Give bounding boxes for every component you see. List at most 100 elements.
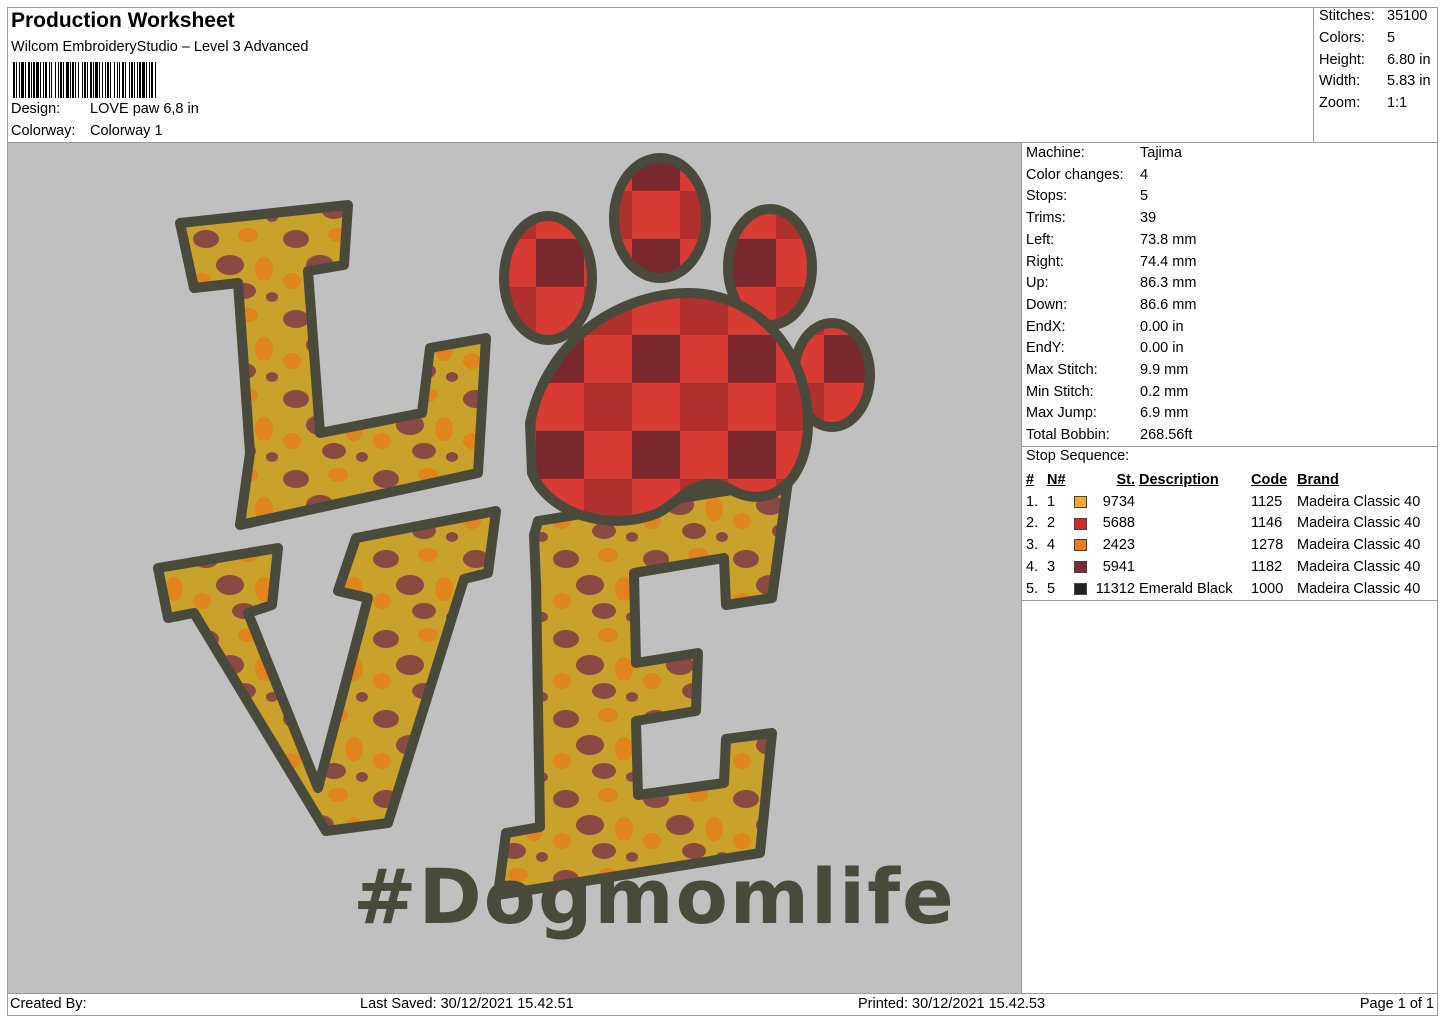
barcode-bar	[84, 62, 86, 98]
machine-info-value: 86.6 mm	[1140, 296, 1197, 313]
color-swatch	[1074, 560, 1087, 573]
letter-e	[493, 476, 793, 900]
barcode-graphic	[13, 62, 156, 98]
machine-info-value: 73.8 mm	[1140, 231, 1197, 248]
barcode-bar	[110, 62, 111, 98]
last-saved: Last Saved: 30/12/2021 15.42.51	[360, 996, 574, 1012]
barcode-bar	[55, 62, 56, 98]
barcode-bar	[40, 62, 41, 98]
barcode-bar	[99, 62, 100, 98]
stitch-count: 5941	[1102, 558, 1135, 575]
machine-info-row: Trims: 39	[1026, 208, 1156, 230]
thread-description	[1139, 492, 1251, 514]
table-row: 2. 2 5688 1146 Madeira Classic 40	[1026, 513, 1420, 535]
row-index: 3.	[1026, 537, 1039, 554]
table-header-row: # N# St. Description Code Brand	[1026, 470, 1420, 492]
machine-info-value: 86.3 mm	[1140, 275, 1197, 292]
barcode-bar	[129, 62, 130, 98]
machine-info-label: Stops:	[1026, 188, 1068, 205]
thread-description	[1139, 513, 1251, 535]
thread-description	[1139, 557, 1251, 579]
machine-info-value: 6.9 mm	[1140, 405, 1189, 422]
thread-code: 1146	[1251, 515, 1283, 532]
needle-number: 4	[1047, 537, 1056, 554]
table-row: 5. 5 11312 Emerald Black 1000 Madeira Classic…	[1026, 579, 1420, 601]
barcode-bar	[33, 62, 35, 98]
needle-number: 2	[1047, 515, 1056, 532]
zoom-value: 1:1	[1387, 95, 1408, 111]
machine-info-value: 5	[1140, 188, 1149, 205]
machine-info-value: 0.00 in	[1140, 318, 1184, 335]
barcode-bar	[137, 62, 138, 98]
width-row: Width: 5.83 in	[1319, 71, 1431, 92]
machine-info-label: EndX:	[1026, 318, 1066, 335]
colors-row: Colors: 5	[1319, 28, 1395, 49]
stop-sequence-label: Stop Sequence:	[1026, 448, 1130, 464]
stitch-count: 2423	[1102, 537, 1135, 554]
machine-info-value: 268.56ft	[1140, 427, 1193, 444]
barcode-bar	[36, 62, 39, 98]
machine-info-label: Right:	[1026, 253, 1064, 270]
height-value: 6.80 in	[1387, 52, 1431, 68]
design-label: Design:	[11, 101, 61, 117]
barcode-bar	[45, 62, 47, 98]
design-summary: Stitches: 35100 Colors: 5 Height: 6.80 in W…	[1313, 7, 1438, 143]
embroidery-design-image: #Dogmomlife	[153, 153, 954, 941]
machine-info-row: Up: 86.3 mm	[1026, 273, 1196, 295]
letter-v	[153, 506, 501, 836]
machine-info-value: 9.9 mm	[1140, 362, 1189, 378]
barcode-bar	[28, 62, 30, 98]
machine-info-label: Up:	[1026, 275, 1049, 292]
machine-info-row: EndX: 0.00 in	[1026, 317, 1184, 339]
thread-code: 1000	[1251, 580, 1284, 597]
swatch-cell	[1071, 492, 1093, 514]
barcode-bar	[149, 62, 150, 98]
zoom-label: Zoom:	[1319, 95, 1361, 111]
table-row: 3. 4 2423 1278 Madeira Classic 40	[1026, 535, 1420, 557]
barcode-bar	[142, 62, 145, 98]
needle-number: 5	[1047, 580, 1056, 597]
swatch-cell	[1071, 557, 1093, 579]
machine-info-row: Machine: Tajima	[1026, 143, 1182, 165]
barcode-bar	[87, 62, 88, 98]
height-label: Height:	[1319, 52, 1365, 68]
thread-code: 1278	[1251, 537, 1284, 554]
thread-code: 1182	[1251, 558, 1283, 575]
barcode-bar	[122, 62, 124, 98]
barcode-bar	[134, 62, 135, 98]
height-row: Height: 6.80 in	[1319, 50, 1431, 71]
machine-info-panel: Machine: Tajima Color changes: 4 Stops: 5 Trim…	[1021, 142, 1438, 994]
worksheet-header: Production Worksheet Wilcom EmbroiderySt…	[7, 7, 1314, 143]
row-index: 5.	[1026, 580, 1039, 597]
machine-info-row: Max Jump: 6.9 mm	[1026, 403, 1188, 425]
machine-info-value: 4	[1140, 166, 1149, 183]
machine-info-value: 74.4 mm	[1140, 253, 1197, 270]
barcode-bar	[31, 62, 32, 98]
barcode-bar	[19, 62, 20, 98]
barcode-bar	[70, 62, 71, 98]
machine-info-row: Stops: 5	[1026, 186, 1148, 208]
machine-info-label: Down:	[1026, 296, 1068, 313]
col-header-brand: Brand	[1297, 472, 1339, 488]
machine-info-value: 0.00 in	[1140, 340, 1184, 357]
col-header-index: #	[1026, 472, 1035, 488]
table-row: 4. 3 5941 1182 Madeira Classic 40	[1026, 557, 1420, 579]
stitches-value: 35100	[1387, 8, 1428, 24]
machine-info-value: 0.2 mm	[1140, 383, 1189, 400]
stitches-row: Stitches: 35100	[1319, 6, 1427, 27]
width-label: Width:	[1319, 73, 1361, 89]
colorway-label: Colorway:	[11, 123, 76, 139]
thread-description: Emerald Black	[1139, 580, 1233, 597]
barcode-bar	[25, 62, 26, 98]
row-index: 2.	[1026, 515, 1039, 532]
color-swatch	[1074, 495, 1087, 508]
thread-brand: Madeira Classic 40	[1297, 493, 1421, 510]
letter-l	[175, 200, 491, 530]
machine-info-label: Min Stitch:	[1026, 383, 1094, 400]
barcode-bar	[155, 62, 156, 98]
machine-info-label: Color changes:	[1026, 166, 1124, 183]
design-row: Design: LOVE paw 6,8 in	[11, 101, 199, 117]
machine-info-label: Max Stitch:	[1026, 362, 1098, 378]
machine-info-label: EndY:	[1026, 340, 1065, 357]
machine-info-label: Trims:	[1026, 210, 1066, 227]
